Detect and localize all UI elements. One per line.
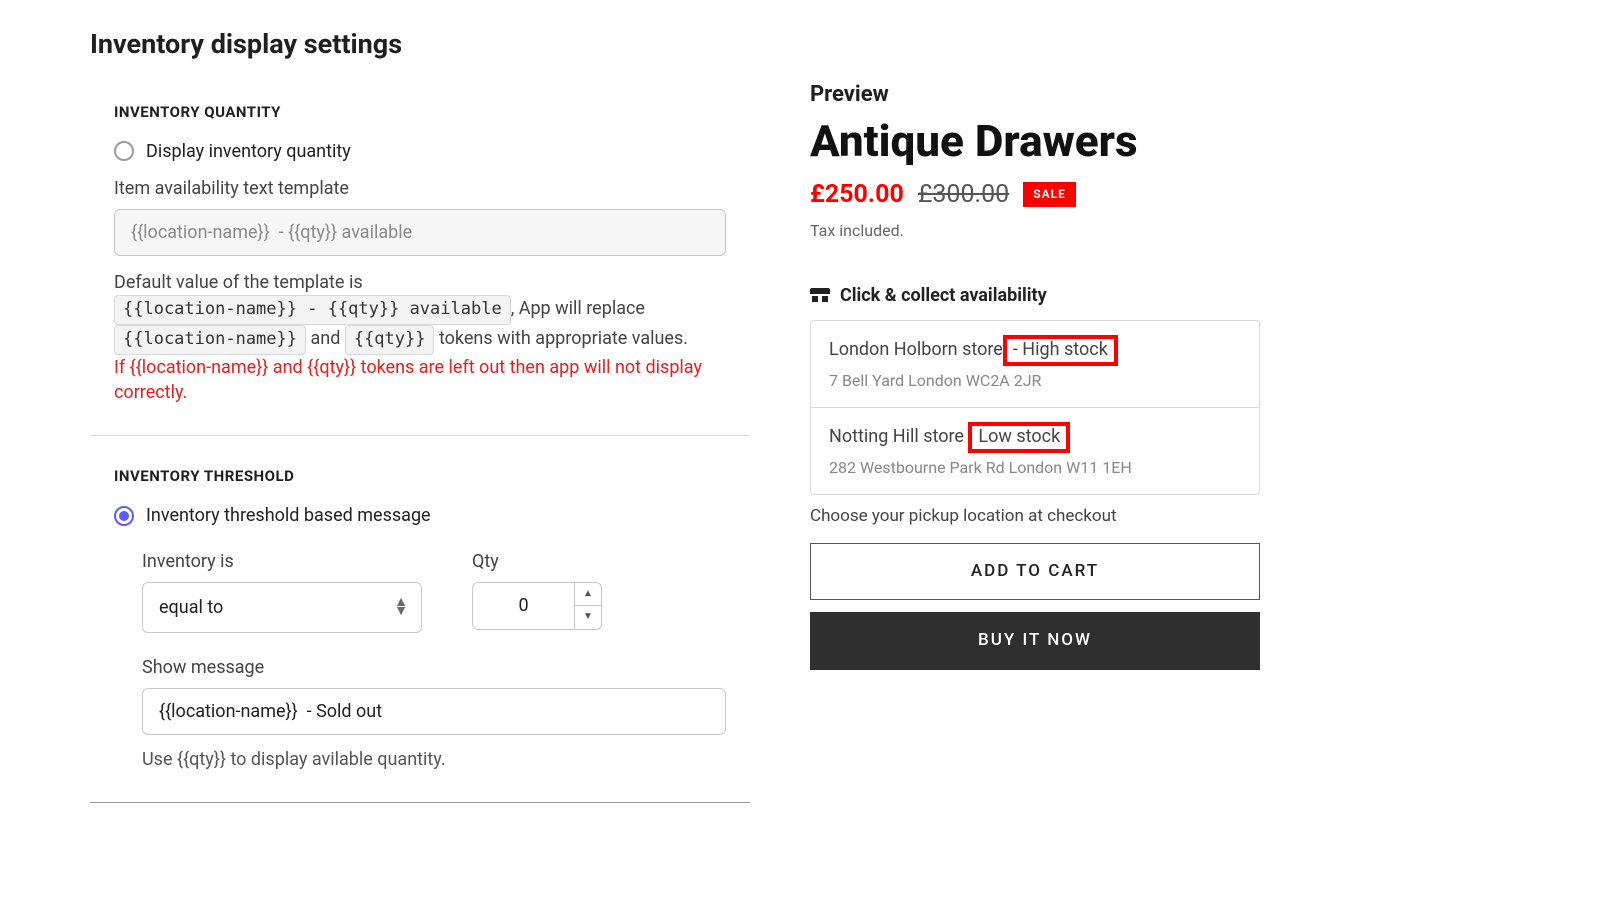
product-title: Antique Drawers — [810, 117, 1260, 165]
store-name: London Holborn store — [829, 339, 1003, 360]
tax-note: Tax included. — [810, 220, 1260, 242]
threshold-message-radio[interactable] — [114, 506, 134, 526]
store-address: 282 Westbourne Park Rd London W11 1EH — [829, 457, 1241, 479]
stock-status-highlighted: Low stock — [968, 422, 1070, 454]
page-title: Inventory display settings — [90, 26, 750, 64]
original-price: £300.00 — [918, 177, 1009, 212]
buy-now-button[interactable]: BUY IT NOW — [810, 612, 1260, 670]
store-row[interactable]: Notting Hill store Low stock 282 Westbou… — [811, 407, 1259, 494]
sale-badge: SALE — [1023, 182, 1076, 207]
add-to-cart-button[interactable]: ADD TO CART — [810, 543, 1260, 601]
show-message-input[interactable] — [142, 688, 726, 735]
inventory-is-label: Inventory is — [142, 549, 422, 574]
availability-box: London Holborn store - High stock 7 Bell… — [810, 320, 1260, 495]
qty-stepper[interactable]: 0 ▲ ▼ — [472, 582, 602, 630]
store-address: 7 Bell Yard London WC2A 2JR — [829, 370, 1241, 392]
qty-label: Qty — [472, 549, 602, 574]
threshold-message-label: Inventory threshold based message — [146, 503, 431, 528]
operator-select[interactable]: equal to — [142, 582, 422, 633]
inventory-quantity-header: INVENTORY QUANTITY — [114, 102, 726, 123]
inventory-quantity-section: INVENTORY QUANTITY Display inventory qua… — [90, 102, 750, 437]
qty-decrement-button[interactable]: ▼ — [575, 606, 601, 629]
stock-status-highlighted: - High stock — [1003, 335, 1118, 367]
availability-header: Click & collect availability — [840, 283, 1047, 308]
store-icon — [810, 288, 830, 302]
qty-value[interactable]: 0 — [473, 583, 575, 629]
preview-label: Preview — [810, 80, 1260, 111]
display-quantity-radio[interactable] — [114, 141, 134, 161]
display-quantity-label: Display inventory quantity — [146, 139, 351, 164]
template-field-label: Item availability text template — [114, 176, 726, 201]
inventory-threshold-header: INVENTORY THRESHOLD — [114, 466, 726, 487]
template-input[interactable] — [114, 209, 726, 256]
show-message-hint: Use {{qty}} to display avilable quantity… — [142, 747, 726, 772]
template-hint: Default value of the template is {{locat… — [114, 270, 726, 405]
default-template-code: {{location-name}} - {{qty}} available — [114, 295, 511, 325]
sale-price: £250.00 — [810, 177, 904, 212]
location-token-code: {{location-name}} — [114, 325, 306, 355]
store-name: Notting Hill store — [829, 426, 968, 447]
template-warning: If {{location-name}} and {{qty}} tokens … — [114, 357, 702, 403]
inventory-threshold-section: INVENTORY THRESHOLD Inventory threshold … — [90, 466, 750, 803]
pickup-note: Choose your pickup location at checkout — [810, 505, 1260, 529]
show-message-label: Show message — [142, 655, 726, 680]
qty-increment-button[interactable]: ▲ — [575, 583, 601, 607]
qty-token-code: {{qty}} — [345, 325, 435, 355]
qty-token-inline: {{qty}} — [177, 749, 226, 770]
store-row[interactable]: London Holborn store - High stock 7 Bell… — [811, 321, 1259, 407]
